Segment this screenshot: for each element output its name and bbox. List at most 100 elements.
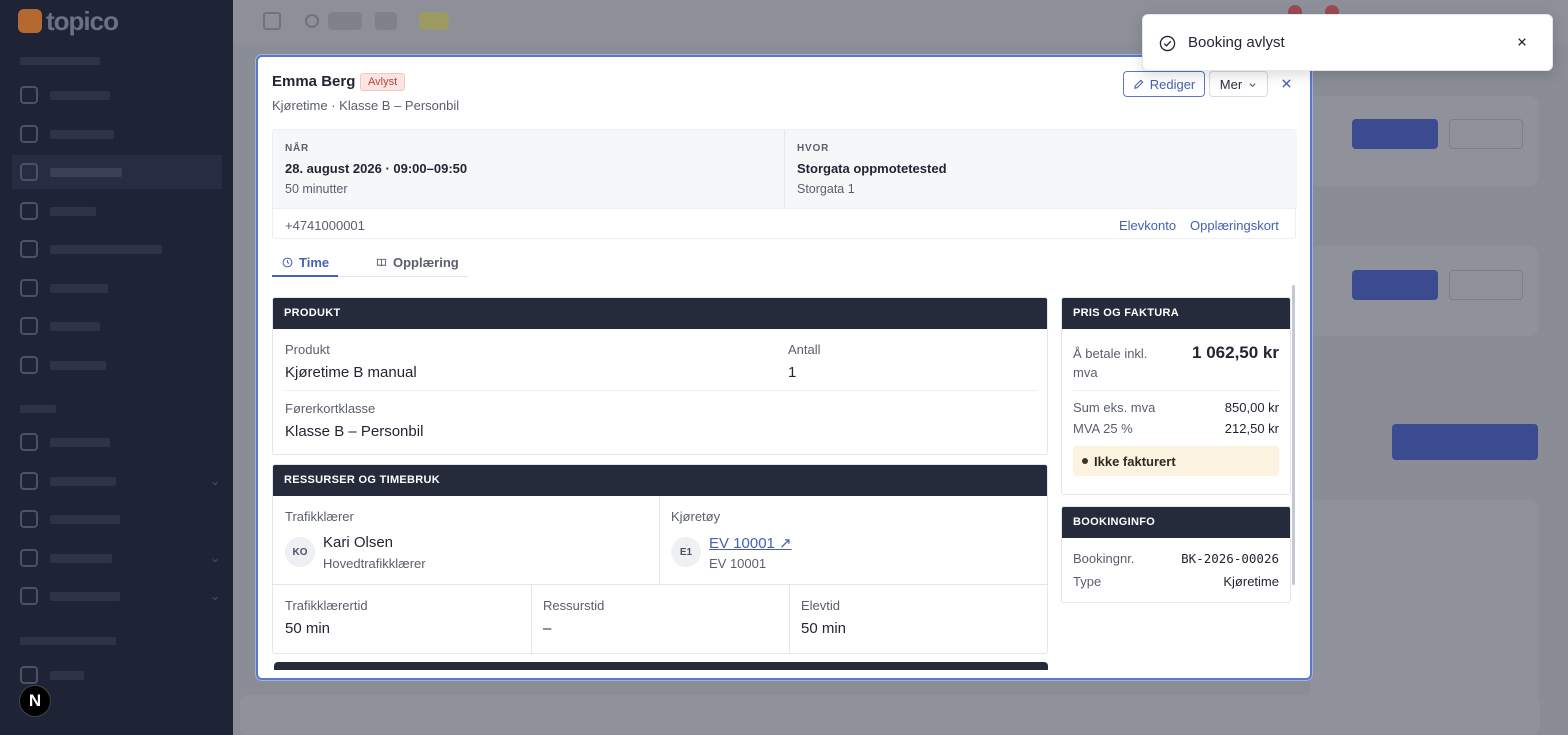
check-circle-icon <box>1159 35 1176 52</box>
sidebar-item[interactable] <box>20 232 220 266</box>
student-time-label: Elevtid <box>801 598 841 613</box>
tabs: Time Opplæring <box>272 247 472 279</box>
sidebar: topico ⌄ ⌄ ⌄ <box>0 0 233 735</box>
sidebar-item-active[interactable] <box>12 155 222 189</box>
sidebar-item[interactable] <box>20 425 220 459</box>
product-section-header: PRODUKT <box>273 298 1047 329</box>
total-label: Å betale inkl. mva <box>1073 346 1148 380</box>
nav-label <box>50 167 122 177</box>
booking-modal: Emma Berg Avlyst Kjøretime · Klasse B – … <box>256 55 1312 680</box>
avatar: KO <box>285 537 315 567</box>
nav-label <box>50 360 106 370</box>
resource-time-label: Ressurstid <box>543 598 605 613</box>
license-class-label: Førerkortklasse <box>285 401 376 416</box>
sidebar-item[interactable]: ⌄ <box>20 541 220 575</box>
sidebar-item[interactable] <box>20 271 220 305</box>
chevron-down-icon: ⌄ <box>209 474 220 488</box>
status-badge: Avlyst <box>360 73 406 91</box>
tab-training[interactable]: Opplæring <box>376 247 459 277</box>
tab-time[interactable]: Time <box>282 247 329 277</box>
nav-label <box>50 476 116 486</box>
chevron-down-icon <box>1249 82 1256 87</box>
instructor-name: Kari Olsen <box>323 534 394 551</box>
vehicle-label: Kjøretøy <box>671 509 721 524</box>
vehicle-sub: EV 10001 <box>709 556 767 571</box>
student-time-value: 50 min <box>801 620 847 637</box>
booking-subtitle: Kjøretime · Klasse B – Personbil <box>272 98 460 113</box>
instructor-time-value: 50 min <box>285 620 331 637</box>
more-button-label: Mer <box>1219 76 1243 92</box>
sidebar-item[interactable] <box>20 117 220 151</box>
sidebar-item[interactable] <box>20 194 220 228</box>
product-value: Kjøretime B manual <box>285 364 417 381</box>
background-button <box>1392 424 1538 460</box>
where-panel: HVOR Storgata oppmotetested Storgata 1 <box>785 130 1297 208</box>
license-class-value: Klasse B – Personbil <box>285 423 424 440</box>
sidebar-item[interactable] <box>20 348 220 382</box>
nav-label <box>50 553 112 563</box>
when-panel: NÅR 28. august 2026 · 09:00–09:50 50 min… <box>273 130 785 208</box>
where-label: HVOR <box>797 143 830 154</box>
nav-label <box>50 514 120 524</box>
app-logo: topico <box>18 5 119 36</box>
sidebar-item[interactable] <box>20 502 220 536</box>
pencil-icon <box>1133 79 1144 89</box>
vat-label: MVA 25 % <box>1073 421 1133 436</box>
instructor-label: Trafikklærer <box>285 509 354 524</box>
booking-type-value: Kjøretime <box>1223 574 1279 589</box>
more-button[interactable]: Mer <box>1209 71 1268 97</box>
sidebar-item[interactable] <box>20 658 220 692</box>
background-card <box>1310 500 1538 700</box>
nav-icon <box>20 202 38 220</box>
divider <box>285 390 1037 391</box>
sync-icon[interactable] <box>305 14 319 28</box>
nav-icon <box>20 472 38 490</box>
sidebar-item[interactable] <box>20 309 220 343</box>
training-card-link[interactable]: Opplæringskort <box>1190 218 1279 233</box>
clock-icon <box>282 257 293 267</box>
edit-button-label: Rediger <box>1149 76 1196 92</box>
active-tab-indicator <box>272 275 338 277</box>
resources-section: RESSURSER OG TIMEBRUK Trafikklærer KO Ka… <box>272 464 1048 654</box>
nav-label <box>50 90 110 100</box>
sidebar-item[interactable] <box>20 78 220 112</box>
sidebar-section-label <box>20 637 116 645</box>
nav-label <box>50 283 108 293</box>
close-icon[interactable] <box>1517 34 1527 51</box>
booking-type-label: Type <box>1073 574 1102 589</box>
pricing-section: PRIS OG FAKTURA Å betale inkl. mva 1 062… <box>1061 297 1291 495</box>
tab-time-label: Time <box>299 254 330 270</box>
tab-training-label: Opplæring <box>393 254 459 270</box>
resource-time-value: – <box>543 620 552 637</box>
sidebar-item[interactable]: ⌄ <box>20 464 220 498</box>
vat-value: 212,50 kr <box>1224 421 1279 436</box>
sidebar-item[interactable]: ⌄ <box>20 579 220 613</box>
nav-label <box>50 670 84 680</box>
modal-scrollbar[interactable] <box>1292 285 1295 585</box>
logo-text: topico <box>46 5 119 36</box>
nav-icon <box>20 86 38 104</box>
status-dot-icon <box>1082 458 1088 464</box>
instructor-role: Hovedtrafikklærer <box>323 556 426 571</box>
toast-message: Booking avlyst <box>1188 34 1285 51</box>
book-icon <box>376 258 387 266</box>
topbar-badge <box>375 12 397 30</box>
nav-icon <box>20 549 38 567</box>
vehicle-link[interactable]: EV 10001 ↗ <box>709 534 792 552</box>
when-label: NÅR <box>285 143 310 154</box>
nav-icon <box>20 279 38 297</box>
edit-button[interactable]: Rediger <box>1123 71 1205 97</box>
close-icon[interactable] <box>1278 75 1294 91</box>
next-section-header <box>274 662 1048 670</box>
student-account-link[interactable]: Elevkonto <box>1119 218 1176 233</box>
nav-icon <box>20 317 38 335</box>
framework-badge[interactable]: N <box>19 685 51 717</box>
booking-info-section: BOOKINGINFO Bookingnr. BK-2026-00026 Typ… <box>1061 506 1291 603</box>
invoice-status-label: Ikke fakturert <box>1094 453 1176 469</box>
tabs-divider <box>338 276 468 277</box>
background-button <box>1449 119 1523 149</box>
divider <box>273 584 1047 585</box>
duration-value: 50 minutter <box>285 182 348 196</box>
contact-row: +4741000001 Elevkonto Opplæringskort <box>273 208 1297 240</box>
menu-icon[interactable] <box>263 12 281 30</box>
